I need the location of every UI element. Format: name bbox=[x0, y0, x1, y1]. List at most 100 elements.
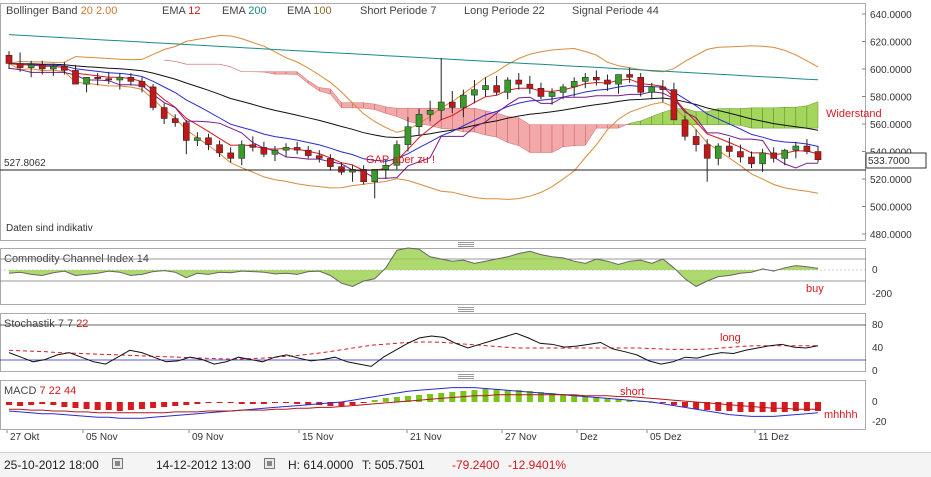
candle-body bbox=[261, 147, 267, 154]
macd-histogram-bar bbox=[17, 402, 23, 406]
cloud-segment bbox=[807, 102, 818, 128]
cloud-segment bbox=[508, 116, 519, 145]
indicative-note: Daten sind indikativ bbox=[6, 223, 93, 234]
macd-histogram-bar bbox=[394, 397, 400, 402]
cloud-segment bbox=[297, 72, 308, 84]
macd-histogram-bar bbox=[438, 393, 444, 402]
cloud-segment bbox=[530, 125, 541, 153]
cloud-segment bbox=[474, 108, 485, 135]
candle-body bbox=[95, 77, 101, 78]
cloud-segment bbox=[264, 72, 275, 74]
candle-body bbox=[150, 87, 156, 108]
candle-body bbox=[39, 65, 45, 69]
macd-histogram-bar bbox=[61, 402, 67, 407]
macd-histogram-bar bbox=[117, 402, 123, 411]
calendar-icon[interactable] bbox=[264, 458, 275, 469]
candle-body bbox=[272, 150, 278, 154]
macd-histogram-bar bbox=[128, 402, 134, 410]
candle-body bbox=[527, 84, 533, 88]
cloud-segment bbox=[375, 104, 386, 113]
left-price-marker: 527.8062 bbox=[4, 158, 46, 169]
macd-histogram-bar bbox=[217, 402, 223, 403]
cloud-segment bbox=[397, 108, 408, 121]
bollinger-lower bbox=[9, 64, 818, 200]
candle-body bbox=[139, 81, 145, 87]
macd-histogram-bar bbox=[172, 402, 178, 406]
legend-ema100: EMA 100 bbox=[287, 5, 332, 17]
cloud-segment bbox=[630, 121, 641, 125]
candle-body bbox=[228, 153, 234, 159]
candle-body bbox=[438, 102, 444, 110]
widerstand-annotation: Widerstand bbox=[826, 108, 882, 120]
candle-body bbox=[760, 153, 766, 164]
legend-ema200: EMA 200 bbox=[222, 5, 267, 17]
candle-body bbox=[549, 92, 555, 96]
candle-body bbox=[194, 138, 200, 141]
candle-body bbox=[538, 88, 544, 96]
candle-body bbox=[505, 80, 511, 92]
cloud-segment bbox=[696, 112, 707, 125]
candle-body bbox=[615, 75, 621, 85]
macd-histogram-bar bbox=[194, 402, 200, 404]
cloud-segment bbox=[286, 72, 297, 75]
candle-body bbox=[61, 66, 67, 70]
y-tick-label: 500.0000 bbox=[870, 203, 912, 214]
candle-body bbox=[782, 150, 788, 158]
date-from[interactable]: 25-10-2012 18:00 bbox=[4, 458, 99, 472]
cloud-segment bbox=[330, 89, 341, 108]
cci-tick-0: 0 bbox=[872, 265, 878, 276]
candle-body bbox=[737, 152, 743, 158]
candle-body bbox=[682, 120, 688, 137]
stoch-tick-40: 40 bbox=[872, 343, 884, 354]
macd-histogram-bar bbox=[106, 402, 112, 410]
candle-body bbox=[172, 119, 178, 123]
legend-short-periode: Short Periode 7 bbox=[360, 5, 436, 17]
calendar-icon[interactable] bbox=[112, 458, 123, 469]
cloud-segment bbox=[619, 123, 630, 128]
cloud-segment bbox=[585, 125, 596, 146]
date-to[interactable]: 14-12-2012 13:00 bbox=[156, 458, 251, 472]
candle-body bbox=[6, 55, 12, 63]
x-axis: 27 Okt05 Nov09 Nov15 Nov21 Nov27 NovDez0… bbox=[7, 430, 789, 443]
macd-histogram-bar bbox=[50, 402, 56, 405]
candle-body bbox=[471, 90, 477, 96]
legend-signal-periode: Signal Periode 44 bbox=[572, 5, 659, 17]
change-value: -79.2400 bbox=[452, 458, 499, 472]
candle-body bbox=[117, 77, 123, 80]
candle-body bbox=[671, 90, 677, 120]
candle-body bbox=[793, 146, 799, 150]
candle-body bbox=[239, 145, 245, 159]
gap-annotation: GAP aber zu ! bbox=[366, 154, 435, 166]
macd-short-annotation: short bbox=[620, 386, 644, 398]
candle-body bbox=[183, 123, 189, 141]
macd-histogram-bar bbox=[139, 402, 145, 409]
macd-histogram-bar bbox=[782, 402, 788, 412]
candle-body bbox=[305, 150, 311, 156]
candle-body bbox=[815, 152, 821, 160]
cloud-segment bbox=[319, 88, 330, 95]
macd-histogram-bar bbox=[660, 402, 666, 403]
candle-body bbox=[571, 81, 577, 87]
macd-histogram-bar bbox=[494, 389, 500, 402]
cloud-segment bbox=[652, 112, 663, 124]
candle-body bbox=[627, 75, 633, 78]
cci-tick-minus200: -200 bbox=[872, 289, 892, 300]
candle-body bbox=[84, 77, 90, 84]
cloud-segment bbox=[308, 81, 319, 91]
y-tick-label: 580.0000 bbox=[870, 93, 912, 104]
cloud-segment bbox=[552, 125, 563, 153]
macd-histogram-bar bbox=[261, 402, 267, 404]
macd-histogram-bar bbox=[39, 402, 45, 404]
candle-body bbox=[17, 64, 23, 68]
macd-histogram-bar bbox=[416, 395, 422, 402]
candle-body bbox=[427, 110, 433, 114]
candle-body bbox=[217, 145, 223, 153]
candle-body bbox=[50, 66, 56, 69]
macd-histogram-bar bbox=[283, 402, 289, 403]
change-percent: -12.9401% bbox=[508, 458, 566, 472]
cloud-segment bbox=[175, 61, 186, 64]
stoch-tick-0: 0 bbox=[872, 366, 878, 377]
macd-histogram-bar bbox=[726, 402, 732, 411]
x-tick-label: 11 Dez bbox=[758, 432, 789, 443]
macd-histogram-bar bbox=[95, 402, 101, 410]
